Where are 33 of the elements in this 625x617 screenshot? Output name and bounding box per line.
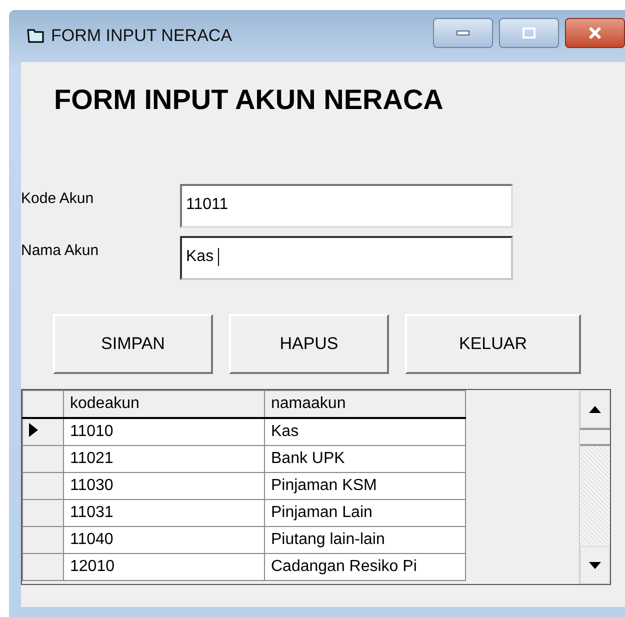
action-button[interactable]: HAPUS	[229, 314, 389, 374]
close-icon	[587, 27, 603, 39]
action-button[interactable]: KELUAR	[405, 314, 581, 374]
column-header[interactable]: namaakun	[264, 390, 466, 418]
table-cell: Pinjaman Lain	[264, 500, 466, 526]
column-header[interactable]: kodeakun	[64, 390, 264, 418]
table-cell: 11010	[64, 418, 264, 446]
scroll-bar[interactable]	[579, 390, 610, 584]
table-cell: 11031	[64, 500, 264, 526]
input-field[interactable]: 11011	[180, 184, 513, 228]
window-title: FORM INPUT NERACA	[51, 26, 232, 46]
table-cell: Piutang lain-lain	[264, 526, 466, 554]
action-button[interactable]: SIMPAN	[53, 314, 213, 374]
table-cell: Pinjaman KSM	[264, 472, 466, 500]
close-button[interactable]	[565, 18, 625, 48]
maximize-button[interactable]	[499, 18, 559, 48]
row-pointer-icon	[29, 422, 38, 436]
table-cell: 11021	[64, 446, 264, 472]
input-field[interactable]: Kas	[180, 236, 513, 280]
maximize-icon	[522, 27, 536, 39]
table-cell: Kas	[264, 418, 466, 446]
table-cell: 11040	[64, 526, 264, 554]
table-cell: Cadangan Resiko Pi	[264, 554, 466, 580]
form-heading: FORM INPUT AKUN NERACA	[53, 83, 444, 117]
field-label: Kode Akun	[21, 189, 95, 207]
window-icon	[27, 28, 45, 44]
row-selector[interactable]	[22, 418, 64, 446]
table-cell: 12010	[64, 554, 264, 580]
table-cell: Bank UPK	[264, 446, 466, 472]
minimize-button[interactable]	[433, 18, 493, 48]
table-cell: 11030	[64, 472, 264, 500]
minimize-icon	[456, 30, 470, 36]
field-label: Nama Akun	[21, 241, 100, 259]
